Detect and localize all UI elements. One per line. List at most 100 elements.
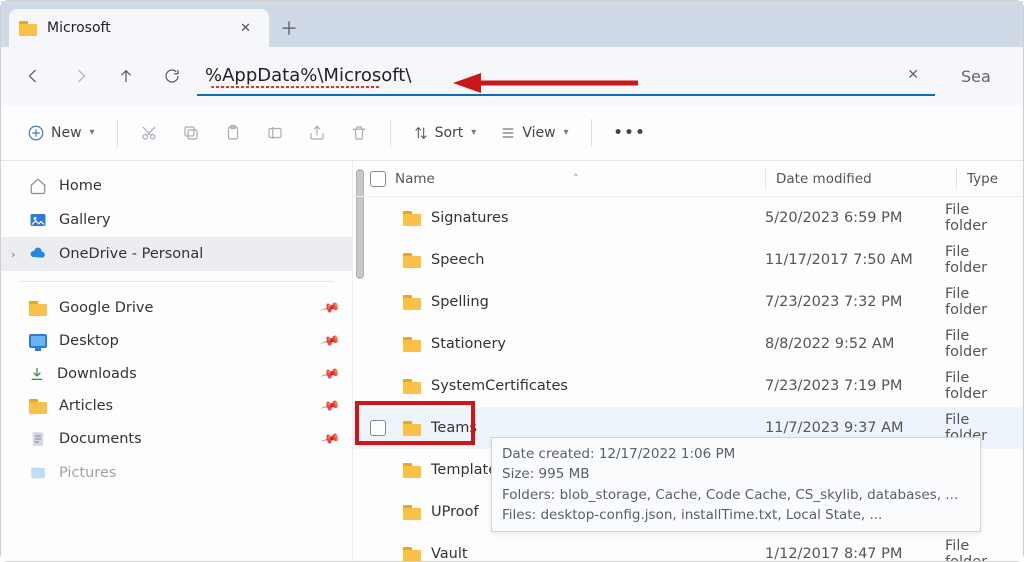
folder-icon [29, 399, 47, 414]
pin-icon: 📌 [319, 395, 341, 416]
nav-pinned-documents[interactable]: Documents 📌 [1, 422, 352, 456]
file-name: Signatures [431, 210, 509, 226]
titlebar: Microsoft ✕ ＋ [1, 1, 1023, 47]
nav-onedrive[interactable]: › OneDrive - Personal [1, 237, 352, 271]
sort-label: Sort [435, 125, 464, 141]
more-button[interactable]: ••• [604, 119, 657, 147]
file-name: Speech [431, 252, 484, 268]
clear-address-button[interactable]: ✕ [899, 63, 927, 87]
divider [19, 281, 334, 282]
sort-button[interactable]: Sort ▾ [403, 119, 487, 147]
nav-label: Gallery [59, 212, 111, 228]
home-icon [29, 177, 47, 195]
close-tab-button[interactable]: ✕ [234, 17, 257, 40]
folder-icon [403, 421, 421, 436]
address-input[interactable] [205, 65, 899, 86]
divider [117, 119, 118, 147]
select-all-checkbox[interactable] [370, 171, 386, 187]
file-date: 11/7/2023 9:37 AM [765, 420, 945, 436]
spellcheck-underline [211, 86, 381, 88]
forward-button[interactable] [59, 55, 101, 97]
folder-icon [403, 337, 421, 352]
delete-button[interactable] [340, 118, 378, 148]
pictures-icon [29, 464, 47, 482]
chevron-down-icon: ▾ [564, 127, 569, 138]
search-box[interactable]: Sea [955, 56, 1011, 96]
paste-button[interactable] [214, 118, 252, 148]
share-button[interactable] [298, 118, 336, 148]
view-button[interactable]: View ▾ [490, 119, 578, 147]
folder-icon [403, 505, 421, 520]
cloud-icon [29, 245, 47, 263]
nav-pinned-pictures[interactable]: Pictures [1, 456, 352, 490]
divider [390, 119, 391, 147]
copy-button[interactable] [172, 118, 210, 148]
nav-gallery[interactable]: Gallery [1, 203, 352, 237]
row-checkbox[interactable] [370, 420, 386, 436]
view-label: View [522, 125, 555, 141]
chevron-right-icon: › [11, 248, 15, 261]
col-type[interactable]: Type [967, 171, 1015, 187]
nav-label: OneDrive - Personal [59, 246, 203, 262]
nav-label: Desktop [59, 333, 119, 349]
file-list-pane: Name˄ Date modified Type Signatures 5/20/… [353, 161, 1023, 561]
folder-icon [19, 21, 37, 36]
file-name: Teams [431, 420, 477, 436]
col-date[interactable]: Date modified [776, 171, 956, 187]
column-divider[interactable] [956, 168, 957, 190]
file-name: UProof [431, 504, 479, 520]
file-type: File folder [945, 538, 1015, 561]
file-type: File folder [945, 370, 1015, 402]
browser-tab[interactable]: Microsoft ✕ [9, 9, 269, 47]
file-row[interactable]: SystemCertificates 7/23/2023 7:19 PMFile … [353, 365, 1023, 407]
nav-pinned-desktop[interactable]: Desktop 📌 [1, 324, 352, 358]
cut-button[interactable] [130, 118, 168, 148]
nav-pinned-google-drive[interactable]: Google Drive 📌 [1, 292, 352, 324]
desktop-icon [29, 332, 47, 350]
nav-home[interactable]: Home [1, 169, 352, 203]
command-bar: New ▾ Sort ▾ View ▾ ••• [1, 105, 1023, 161]
folder-icon [403, 463, 421, 478]
folder-icon [403, 547, 421, 562]
folder-icon [403, 295, 421, 310]
address-bar[interactable]: ✕ [197, 56, 935, 96]
col-name[interactable]: Name [395, 171, 435, 187]
tooltip-line: Files: desktop-config.json, installTime.… [502, 505, 970, 525]
file-row[interactable]: Signatures5/20/2023 6:59 PMFile folder [353, 197, 1023, 239]
nav-label: Google Drive [59, 300, 153, 316]
file-date: 7/23/2023 7:19 PM [765, 378, 945, 394]
nav-label: Documents [59, 431, 142, 447]
nav-pinned-downloads[interactable]: Downloads 📌 [1, 358, 352, 390]
file-row[interactable]: Speech11/17/2017 7:50 AMFile folder [353, 239, 1023, 281]
nav-pane: Home Gallery › OneDrive - Personal Googl… [1, 161, 353, 561]
file-row[interactable]: Vault1/12/2017 8:47 PMFile folder [353, 533, 1023, 561]
new-button[interactable]: New ▾ [17, 118, 105, 148]
file-date: 5/20/2023 6:59 PM [765, 210, 945, 226]
tooltip-line: Folders: blob_storage, Cache, Code Cache… [502, 485, 970, 505]
file-type: File folder [945, 244, 1015, 276]
pin-icon: 📌 [319, 330, 341, 351]
tooltip-line: Date created: 12/17/2022 1:06 PM [502, 444, 970, 464]
pin-icon: 📌 [319, 363, 341, 384]
folder-icon [403, 211, 421, 226]
column-divider[interactable] [765, 168, 766, 190]
column-headers[interactable]: Name˄ Date modified Type [353, 161, 1023, 197]
tooltip-line: Size: 995 MB [502, 464, 970, 484]
rename-button[interactable] [256, 118, 294, 148]
chevron-down-icon: ▾ [90, 127, 95, 138]
up-button[interactable] [105, 55, 147, 97]
file-name: SystemCertificates [431, 378, 568, 394]
new-tab-button[interactable]: ＋ [269, 9, 309, 47]
folder-icon [403, 253, 421, 268]
file-name: Spelling [431, 294, 489, 310]
refresh-button[interactable] [151, 55, 193, 97]
back-button[interactable] [13, 55, 55, 97]
file-row[interactable]: Stationery8/8/2022 9:52 AMFile folder [353, 323, 1023, 365]
new-label: New [51, 125, 82, 141]
file-type: File folder [945, 328, 1015, 360]
file-date: 1/12/2017 8:47 PM [765, 546, 945, 561]
folder-tooltip: Date created: 12/17/2022 1:06 PM Size: 9… [491, 437, 981, 532]
nav-pinned-articles[interactable]: Articles 📌 [1, 390, 352, 422]
nav-label: Home [59, 178, 102, 194]
file-row[interactable]: Spelling7/23/2023 7:32 PMFile folder [353, 281, 1023, 323]
